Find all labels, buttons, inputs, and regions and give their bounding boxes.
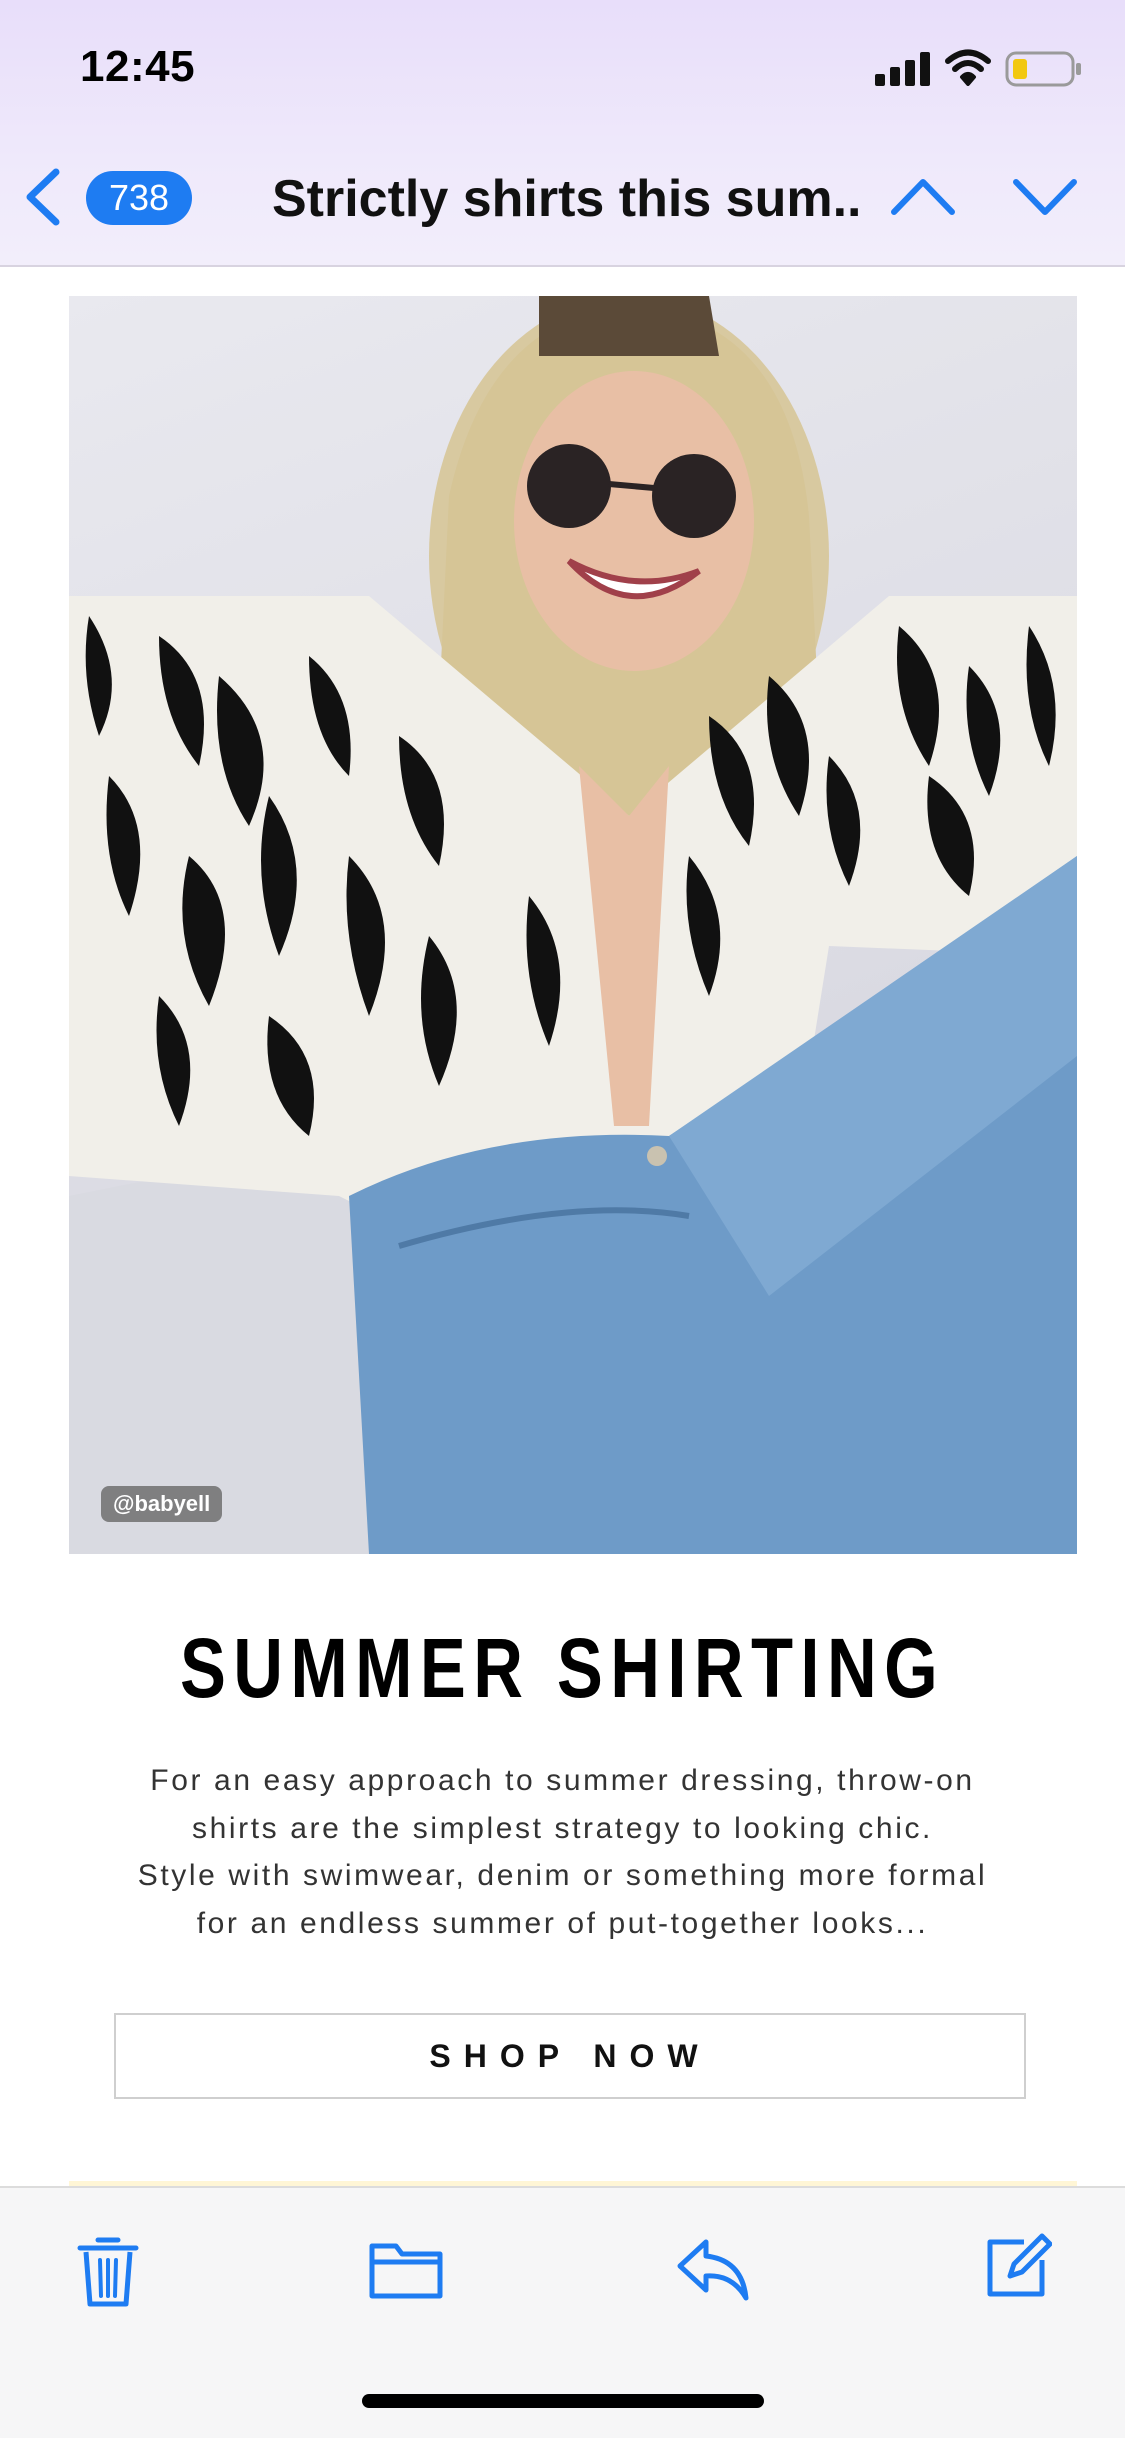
mail-header: 12:45 738 Strictly shirts this sum... bbox=[0, 0, 1125, 267]
chevron-up-icon[interactable] bbox=[888, 172, 958, 222]
chevron-down-icon[interactable] bbox=[1010, 172, 1080, 222]
status-time: 12:45 bbox=[80, 42, 196, 91]
hero-image[interactable]: @babyell bbox=[69, 296, 1077, 1554]
reply-icon[interactable] bbox=[676, 2236, 750, 2302]
unread-count-badge[interactable]: 738 bbox=[86, 171, 192, 225]
trash-icon[interactable] bbox=[76, 2234, 140, 2310]
section-title: SUMMER SHIRTING bbox=[179, 1621, 946, 1715]
body-line: shirts are the simplest strategy to look… bbox=[192, 1811, 933, 1845]
body-line: For an easy approach to summer dressing,… bbox=[150, 1764, 975, 1797]
folder-icon[interactable] bbox=[368, 2238, 444, 2302]
shop-now-button[interactable]: SHOP NOW bbox=[114, 2013, 1026, 2099]
hero-illustration bbox=[69, 296, 1077, 1554]
wifi-icon bbox=[945, 49, 991, 86]
signal-icon bbox=[875, 52, 930, 86]
body-line: for an endless summer of put-together lo… bbox=[196, 1906, 929, 1940]
compose-icon[interactable] bbox=[984, 2232, 1052, 2300]
body-copy: For an easy approach to summer dressing,… bbox=[110, 1757, 1015, 1947]
photo-credit-tag: @babyell bbox=[101, 1486, 223, 1522]
home-indicator[interactable] bbox=[362, 2394, 764, 2408]
battery-icon bbox=[1005, 51, 1081, 87]
back-chevron-icon[interactable] bbox=[22, 168, 64, 226]
email-subject: Strictly shirts this sum... bbox=[272, 170, 862, 228]
body-line: Style with swimwear, denim or something … bbox=[137, 1859, 988, 1892]
